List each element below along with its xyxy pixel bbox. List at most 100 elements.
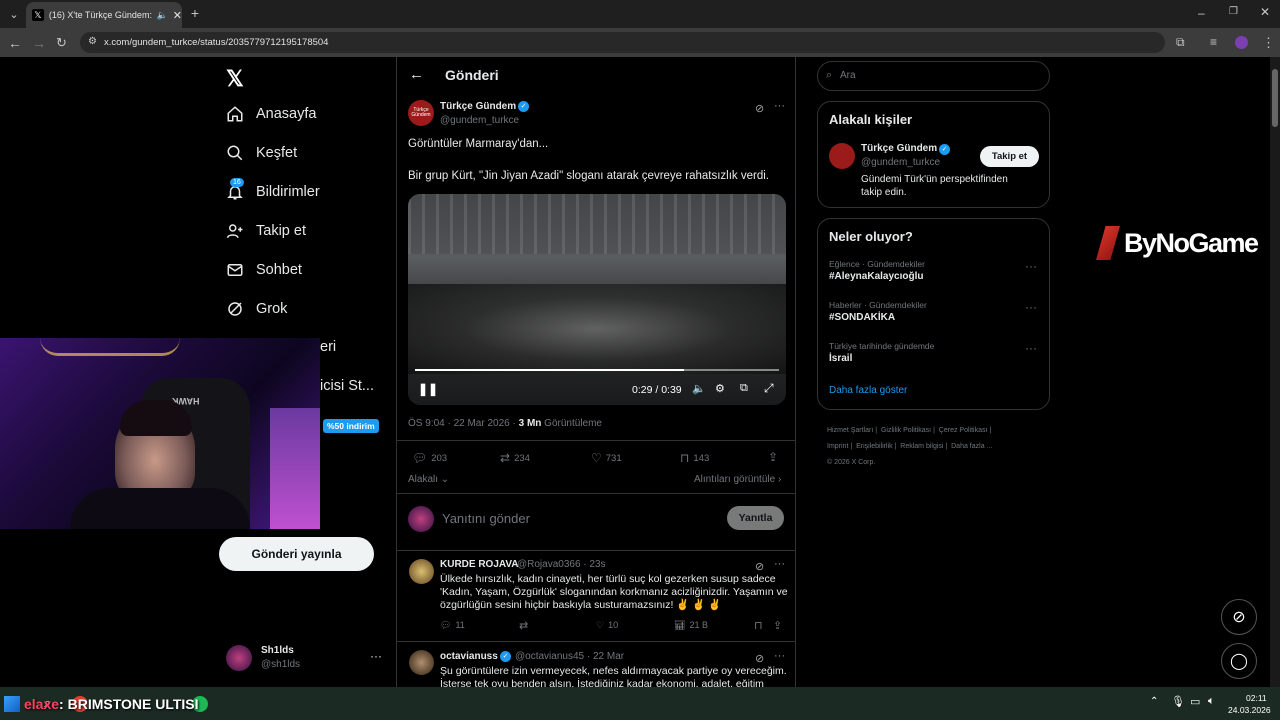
footer-link[interactable]: Daha fazla ... [951, 443, 992, 450]
share-icon[interactable]: ⇪ [768, 450, 778, 464]
show-more-link[interactable]: Daha fazla göster [829, 385, 907, 396]
author-avatar[interactable]: Türkçe Gündem [408, 100, 434, 126]
tab-audio-icon[interactable]: 🔈 [157, 10, 168, 21]
grok-post-icon[interactable]: ⊘ [755, 102, 764, 115]
maximize-icon[interactable]: ❐ [1229, 6, 1238, 17]
tab-list-icon[interactable]: ⌄ [6, 6, 22, 22]
trend-item[interactable]: Türkiye tarihinde gündemde İsrail ··· [818, 339, 1049, 377]
settings-icon[interactable]: ⚙ [715, 382, 725, 395]
footer-link[interactable]: Reklam bilgisi [900, 443, 943, 450]
grok-post-icon[interactable]: ⊘ [755, 652, 764, 665]
avatar [409, 650, 434, 675]
reload-icon[interactable]: ↻ [56, 35, 67, 51]
site-info-icon[interactable]: ⚙ [88, 36, 97, 47]
trend-item[interactable]: Eğlence · Gündemdekiler #AleynaKalaycıoğ… [818, 257, 1049, 295]
volume-icon[interactable]: 🔈 [692, 382, 706, 395]
reply-item[interactable]: KURDE ROJAVA @Rojava0366 · 23s ⊘ ··· Ülk… [397, 551, 795, 641]
sidebar-item-follow[interactable]: Takip et [226, 222, 306, 240]
view-quotes-link[interactable]: Alıntıları görüntüle › [694, 474, 781, 485]
reply-button[interactable]: Yanıtla [727, 506, 784, 530]
page-scrollbar[interactable] [1270, 57, 1280, 687]
mic-icon[interactable]: 🎙︎ [1171, 695, 1185, 708]
new-tab-icon[interactable]: + [188, 5, 202, 21]
sidebar-item-lists[interactable]: eri [320, 339, 336, 355]
trend-more-icon[interactable]: ··· [1025, 300, 1037, 314]
fullscreen-icon[interactable]: ⤢ [764, 381, 774, 396]
grok-float-button[interactable]: ⊘ [1221, 599, 1257, 635]
author-name[interactable]: Türkçe Gündem [440, 101, 516, 112]
author-handle[interactable]: @gundem_turkce [440, 115, 519, 126]
footer-link[interactable]: Imprint [827, 443, 848, 450]
reply-item[interactable]: octavianuss ✓ @octavianus45 · 22 Mar ⊘ ·… [397, 642, 795, 687]
repost-icon[interactable]: ⇄ [519, 619, 528, 632]
like-action[interactable]: ♡ 10 [596, 620, 618, 631]
pip-icon[interactable]: ⧉ [740, 382, 748, 395]
account-switcher[interactable]: Sh1lds @sh1lds ··· [226, 644, 396, 674]
search-input[interactable]: Ara [840, 70, 856, 81]
video-progress-track[interactable] [415, 369, 779, 371]
sidebar-item-notifications[interactable]: 16 Bildirimler [226, 178, 320, 201]
address-bar[interactable]: ⚙ x.com/gundem_turkce/status/20357797121… [80, 32, 1165, 53]
messages-float-button[interactable]: ◯ [1221, 643, 1257, 679]
reading-list-icon[interactable]: ≡ [1210, 35, 1217, 49]
reply-more-icon[interactable]: ··· [774, 558, 785, 570]
clock-time[interactable]: 02:11 [1246, 693, 1267, 703]
post-button[interactable]: Gönderi yayınla [219, 537, 374, 571]
trend-item[interactable]: Haberler · Gündemdekiler #SONDAKİKA ··· [818, 298, 1049, 336]
person-name[interactable]: Türkçe Gündem [861, 143, 937, 154]
reply-input[interactable]: Yanıtını gönder [442, 511, 530, 526]
menu-icon[interactable]: ⋮ [1262, 35, 1275, 51]
like-action[interactable]: ♡ 731 [591, 451, 622, 465]
x-logo-icon[interactable]: 𝕏 [226, 66, 244, 92]
post-more-icon[interactable]: ··· [774, 100, 785, 112]
follow-button[interactable]: Takip et [980, 146, 1039, 167]
trend-name: İsrail [829, 353, 853, 364]
avatar[interactable] [829, 143, 855, 169]
video-player[interactable]: ❚❚ 0:29 / 0:39 🔈 ⚙ ⧉ ⤢ [408, 194, 786, 405]
browser-tab-bar: ⌄ 𝕏 (16) X'te Türkçe Gündem: "G 🔈 ✕ + – … [0, 0, 1280, 28]
footer-link[interactable]: Hizmet Şartları [827, 427, 873, 434]
back-arrow-icon[interactable]: ← [409, 66, 424, 83]
bookmark-icon[interactable]: ⊓ [754, 619, 763, 632]
bookmark-action[interactable]: ⊓ 143 [680, 451, 709, 465]
post-timestamp[interactable]: ÖS 9:04 · 22 Mar 2026 · [408, 418, 519, 429]
related-dropdown[interactable]: Alakalı ⌄ [408, 474, 449, 485]
reply-action[interactable]: 💬︎ 11 [440, 620, 465, 631]
back-icon[interactable]: ← [8, 35, 22, 51]
trend-more-icon[interactable]: ··· [1025, 341, 1037, 355]
reply-action[interactable]: 💬︎ 203 [412, 451, 447, 465]
speaker-icon[interactable]: 🔈︎ [1208, 695, 1215, 708]
forward-icon[interactable]: → [32, 35, 46, 51]
sidebar-item-chat[interactable]: Sohbet [226, 261, 302, 279]
search-box[interactable]: ⌕ Ara [817, 61, 1050, 91]
network-icon[interactable]: ▭ [1190, 695, 1200, 708]
footer-link[interactable]: Erişilebilirlik [856, 443, 893, 450]
video-crowd [408, 284, 786, 374]
trend-more-icon[interactable]: ··· [1025, 259, 1037, 273]
promo-badge[interactable]: %50 indirim [323, 419, 379, 433]
extensions-icon[interactable]: ⧉ [1176, 35, 1185, 50]
browser-tab[interactable]: 𝕏 (16) X'te Türkçe Gündem: "G 🔈 ✕ [26, 2, 182, 28]
repost-action[interactable]: ⇄ 234 [500, 451, 530, 465]
tray-chevron-icon[interactable]: ⌃ [1150, 696, 1158, 707]
scrollbar-thumb[interactable] [1272, 69, 1278, 127]
pause-icon[interactable]: ❚❚ [418, 382, 438, 396]
clock-date[interactable]: 24.03.2026 [1228, 705, 1271, 715]
share-icon[interactable]: ⇪ [773, 619, 782, 632]
footer-link[interactable]: Gizlilik Politikası [881, 427, 931, 434]
sidebar-item-premium[interactable]: icisi St... [320, 378, 374, 394]
sidebar-item-grok[interactable]: Grok [226, 300, 287, 318]
start-icon[interactable] [4, 696, 20, 712]
tab-close-icon[interactable]: ✕ [173, 9, 182, 22]
close-window-icon[interactable]: ✕ [1260, 5, 1270, 19]
home-icon [227, 106, 243, 122]
minimize-icon[interactable]: – [1198, 6, 1205, 20]
views-action[interactable]: 📊︎ 21 B [674, 620, 708, 631]
more-icon[interactable]: ··· [370, 649, 382, 663]
profile-avatar[interactable] [1235, 36, 1248, 49]
sidebar-item-home[interactable]: Anasayfa [226, 105, 316, 123]
sidebar-item-explore[interactable]: Keşfet [226, 144, 297, 162]
reply-more-icon[interactable]: ··· [774, 650, 785, 662]
grok-post-icon[interactable]: ⊘ [755, 560, 764, 573]
footer-link[interactable]: Çerez Politikası [939, 427, 988, 434]
